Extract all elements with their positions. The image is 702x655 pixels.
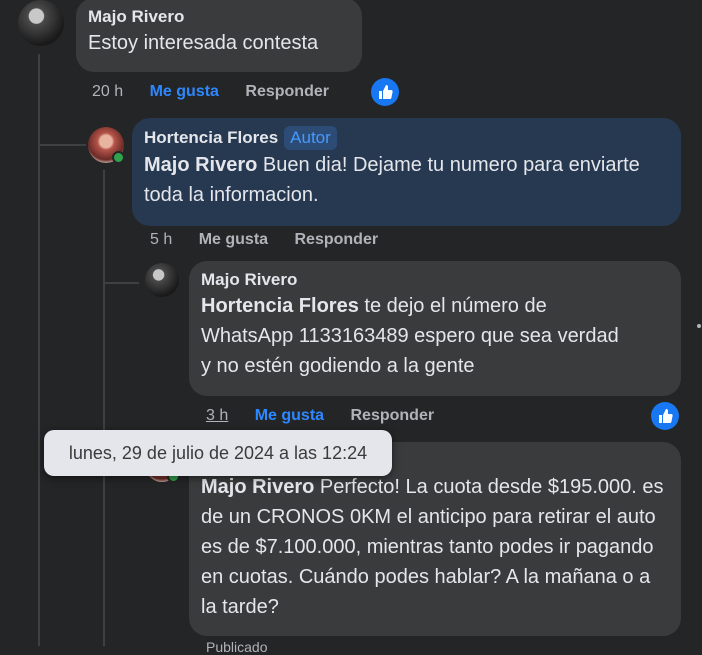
reply-button[interactable]: Responder (351, 407, 435, 424)
published-label: Publicado (206, 639, 268, 655)
thread-branch-1 (38, 144, 86, 146)
reply-button[interactable]: Responder (295, 231, 379, 248)
comment-author[interactable]: Majo Rivero (88, 6, 350, 28)
comment-author[interactable]: Majo Rivero (201, 269, 669, 291)
comment-actions: 20 h Me gusta Responder (92, 83, 351, 101)
comment-text: Estoy interesada contesta (88, 32, 319, 54)
mention-link[interactable]: Hortencia Flores (201, 295, 359, 317)
author-badge: Autor (284, 126, 337, 150)
mention-link[interactable]: Majo Rivero (201, 476, 314, 498)
comment-author[interactable]: Hortencia Flores (144, 128, 278, 147)
comment-timestamp[interactable]: 3 h (206, 407, 228, 424)
thumbs-up-icon[interactable] (651, 402, 679, 430)
reply-button[interactable]: Responder (245, 83, 329, 100)
more-options-dot[interactable] (697, 324, 701, 328)
like-button[interactable]: Me gusta (255, 407, 324, 424)
comment-actions: 5 h Me gusta Responder (150, 231, 400, 249)
thread-branch-2 (103, 282, 139, 284)
avatar-majo[interactable] (145, 263, 179, 297)
like-button[interactable]: Me gusta (150, 83, 219, 100)
comment-timestamp[interactable]: 5 h (150, 231, 172, 248)
like-button[interactable]: Me gusta (199, 231, 268, 248)
comment-bubble-author: Hortencia Flores Autor Majo Rivero Buen d… (132, 118, 681, 226)
comment-footer-partial: Publicado (206, 639, 290, 655)
thread-line-nested (103, 170, 105, 646)
timestamp-tooltip: lunes, 29 de julio de 2024 a las 12:24 (44, 430, 392, 476)
comment-timestamp[interactable]: 20 h (92, 83, 123, 100)
online-dot-icon (112, 151, 125, 164)
comment-bubble: Majo Rivero Estoy interesada contesta (76, 0, 362, 72)
comment-actions: 3 h Me gusta Responder (206, 407, 456, 425)
comment-bubble: Majo Rivero Hortencia Flores te dejo el … (189, 261, 681, 396)
thread-line-main (38, 54, 40, 646)
mention-link[interactable]: Majo Rivero (144, 154, 257, 176)
thumbs-up-icon[interactable] (371, 78, 399, 106)
avatar-majo[interactable] (18, 0, 64, 46)
